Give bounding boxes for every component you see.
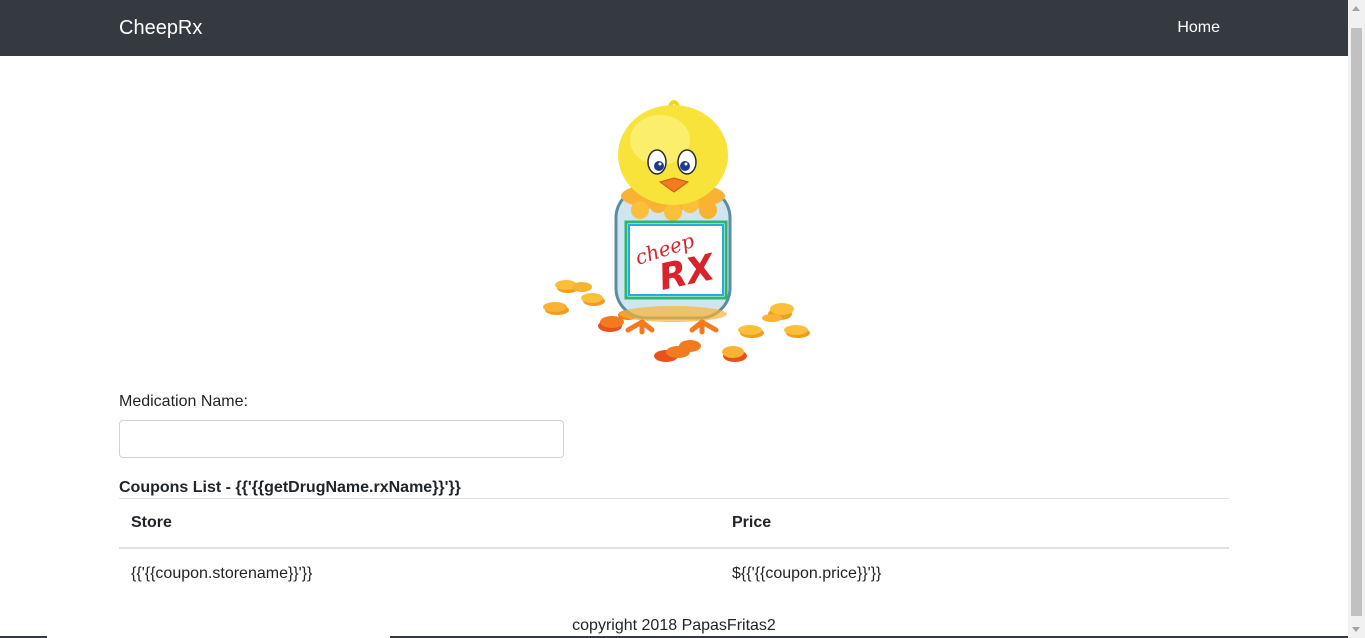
coupons-table: Store Price {{'{{coupon.storename}}'}} $…	[119, 498, 1229, 600]
medication-name-input[interactable]	[119, 420, 564, 458]
scroll-down-arrow-icon[interactable]	[1352, 627, 1360, 632]
store-cell: {{'{{coupon.storename}}'}}	[131, 565, 313, 582]
column-header-price: Price	[720, 498, 1229, 549]
chick-feet	[625, 319, 719, 335]
chick-head	[618, 100, 728, 205]
table-row: {{'{{coupon.storename}}'}} ${{'{{coupon.…	[119, 548, 1229, 600]
footer-copyright: copyright 2018 PapasFritas2	[572, 617, 776, 634]
table-header-row: Store Price	[119, 498, 1229, 549]
vertical-scrollbar[interactable]	[1348, 0, 1365, 638]
medication-name-label: Medication Name:	[119, 393, 248, 410]
price-cell: ${{'{{coupon.price}}'}}	[732, 565, 882, 582]
nav-home-link[interactable]: Home	[1177, 18, 1220, 38]
scroll-up-arrow-icon[interactable]	[1352, 6, 1360, 11]
cheeprx-chick-jar-logo: cheep RX	[543, 100, 810, 362]
scroll-thumb[interactable]	[1351, 28, 1362, 616]
column-header-store: Store	[119, 498, 720, 549]
coupons-list-heading: Coupons List - {{'{{getDrugName.rxName}}…	[119, 479, 461, 496]
top-navbar: CheepRx Home	[0, 0, 1348, 56]
brand-link[interactable]: CheepRx	[119, 16, 202, 40]
